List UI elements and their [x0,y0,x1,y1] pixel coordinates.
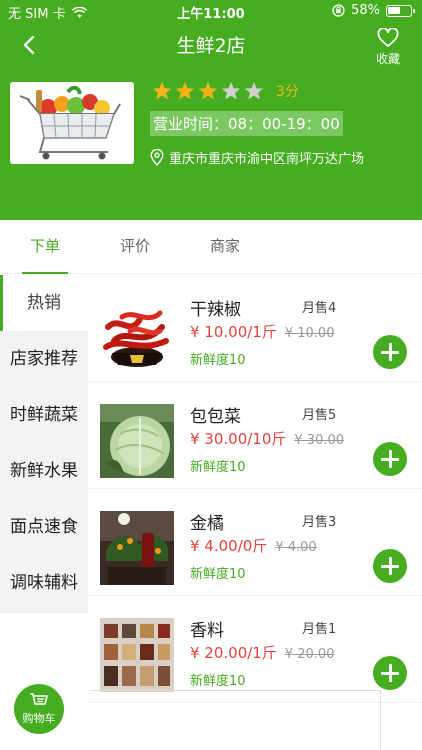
store-header: 生鲜2店 收藏 3分 营业时间：08：00-19：00 重庆市重庆市渝中区南坪万… [0,22,422,220]
heart-icon [377,28,399,47]
original-price: ¥ 10.00 [284,326,335,341]
battery-fill [388,6,400,14]
original-price: ¥ 4.00 [275,540,317,555]
monthly-sales: 月售3 [302,515,337,530]
star-empty-icon [244,82,264,100]
product-name: 包包菜 [190,407,241,427]
add-to-cart-button[interactable] [373,335,407,369]
add-to-cart-button[interactable] [373,442,407,476]
cart-label: 购物车 [22,712,56,725]
cart-bar-divider-vertical [380,690,381,750]
battery-percent: 58% [351,3,380,18]
store-address[interactable]: 重庆市重庆市渝中区南坪万达广场 [150,148,364,167]
orientation-lock-icon [332,4,345,17]
category-item-noodles[interactable]: 面点速食 [0,499,88,555]
star-filled-icon [175,82,195,100]
favorite-button[interactable]: 收藏 [368,28,408,67]
product-name: 干辣椒 [190,300,241,320]
tab-order[interactable]: 下单 [30,235,60,256]
product-image [100,404,174,478]
product-price: ¥ 4.00/0斤 [190,537,268,555]
product-item[interactable]: 包包菜 月售5 ¥ 30.00/10斤 ¥ 30.00 新鲜度10 [88,382,422,489]
freshness-label: 新鲜度10 [190,460,246,475]
monthly-sales: 月售1 [302,622,337,637]
dried-chili-image [100,297,174,371]
shopping-cart-produce-image [10,82,134,164]
original-price: ¥ 30.00 [294,433,345,448]
freshness-label: 新鲜度10 [190,674,246,689]
product-price: ¥ 20.00/1斤 [190,644,277,662]
freshness-label: 新鲜度10 [190,353,246,368]
category-item-seasoning[interactable]: 调味辅料 [0,555,88,611]
status-bar: 无 SIM 卡 上午11:00 58% [0,0,422,22]
product-item[interactable]: 干辣椒 月售4 ¥ 10.00/1斤 ¥ 10.00 新鲜度10 [88,275,422,382]
status-right: 58% [332,3,415,18]
star-filled-icon [152,82,172,100]
location-pin-icon [150,149,164,166]
product-price: ¥ 10.00/1斤 [190,323,277,341]
product-image [100,297,174,371]
price-row: ¥ 4.00/0斤 ¥ 4.00 [190,535,317,556]
kumquat-image [100,511,174,585]
product-name: 香料 [190,621,224,641]
add-to-cart-button[interactable] [373,549,407,583]
store-tabs: 下单 评价 商家 [0,220,422,274]
star-empty-icon [221,82,241,100]
active-tab-indicator [22,272,68,274]
product-image [100,618,174,692]
monthly-sales: 月售5 [302,408,337,423]
original-price: ¥ 20.00 [284,647,335,662]
category-item-recommended[interactable]: 店家推荐 [0,331,88,387]
cart-icon [30,693,48,705]
business-hours: 营业时间：08：00-19：00 [150,111,343,136]
category-item-vegetables[interactable]: 时鲜蔬菜 [0,387,88,443]
category-item-fruits[interactable]: 新鲜水果 [0,443,88,499]
product-image [100,511,174,585]
product-name: 金橘 [190,514,224,534]
favorite-label: 收藏 [375,52,400,66]
category-sidebar: 热销 店家推荐 时鲜蔬菜 新鲜水果 面点速食 调味辅料 [0,275,88,613]
tab-merchant[interactable]: 商家 [210,235,240,256]
tab-reviews[interactable]: 评价 [120,235,150,256]
battery-icon [386,4,415,17]
price-row: ¥ 20.00/1斤 ¥ 20.00 [190,642,334,663]
page-title: 生鲜2店 [176,35,246,57]
freshness-label: 新鲜度10 [190,567,246,582]
product-item[interactable]: 香料 月售1 ¥ 20.00/1斤 ¥ 20.00 新鲜度10 [88,596,422,703]
address-text: 重庆市重庆市渝中区南坪万达广场 [169,152,365,167]
product-item[interactable]: 金橘 月售3 ¥ 4.00/0斤 ¥ 4.00 新鲜度10 [88,489,422,596]
rating-stars: 3分 [152,81,299,101]
add-to-cart-button[interactable] [373,656,407,690]
rating-score: 3分 [276,84,299,100]
product-price: ¥ 30.00/10斤 [190,430,287,448]
cabbage-image [100,404,174,478]
spices-image [100,618,174,692]
store-image [10,82,134,164]
price-row: ¥ 10.00/1斤 ¥ 10.00 [190,321,334,342]
cart-button[interactable]: 购物车 [14,684,64,734]
category-item-hot[interactable]: 热销 [0,275,88,331]
monthly-sales: 月售4 [302,301,337,316]
star-row [152,81,264,101]
star-filled-icon [198,82,218,100]
cart-bar-divider [90,690,380,691]
price-row: ¥ 30.00/10斤 ¥ 30.00 [190,428,344,449]
